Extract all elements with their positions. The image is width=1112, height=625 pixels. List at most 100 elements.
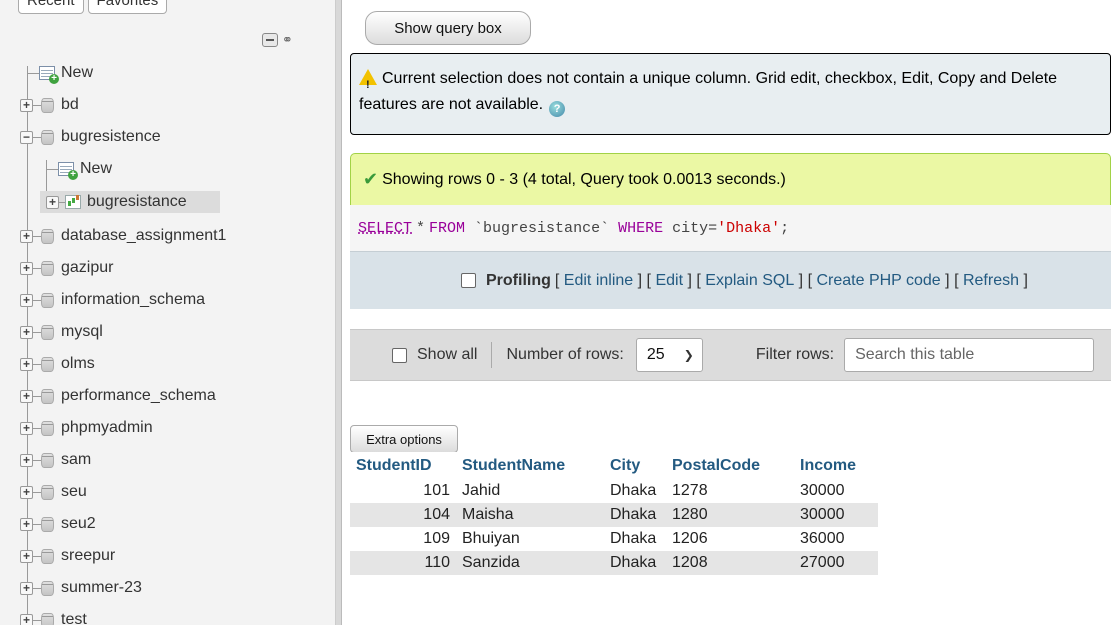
- tree-item-label: summer-23: [61, 579, 142, 596]
- tree-item-label: bugresistance: [87, 193, 187, 210]
- show-query-box-button[interactable]: Show query box: [365, 11, 531, 45]
- database-icon: [41, 548, 54, 564]
- tree-controls: ⚭: [262, 32, 293, 48]
- expand-icon[interactable]: +: [20, 581, 33, 595]
- navigation-sidebar: Recent Favorites ⚭ New + bd − bugresiste…: [0, 0, 336, 625]
- tree-item-database-assignment1[interactable]: + database_assignment1: [20, 225, 226, 247]
- expand-icon[interactable]: +: [20, 98, 33, 112]
- sidebar-resize-handle[interactable]: [336, 0, 342, 625]
- tree-item-bd[interactable]: + bd: [20, 94, 79, 116]
- cell-studentname: Sanzida: [456, 551, 604, 575]
- database-icon: [41, 420, 54, 436]
- refresh-link[interactable]: Refresh: [963, 272, 1019, 290]
- tree-item-performance-schema[interactable]: + performance_schema: [20, 385, 216, 407]
- profiling-checkbox[interactable]: [461, 273, 476, 288]
- database-icon: [41, 484, 54, 500]
- extra-options-button[interactable]: Extra options: [350, 425, 458, 453]
- database-icon: [41, 97, 54, 113]
- tree-item-olms[interactable]: + olms: [20, 353, 95, 375]
- collapse-all-icon[interactable]: [262, 33, 278, 47]
- cell-studentid: 109: [350, 527, 456, 551]
- tree-item-mysql[interactable]: + mysql: [20, 321, 103, 343]
- expand-icon[interactable]: +: [20, 261, 33, 275]
- filter-rows-input[interactable]: Search this table: [844, 338, 1095, 372]
- expand-icon[interactable]: +: [20, 357, 33, 371]
- sql-query-display[interactable]: SELECT * FROM `bugresistance` WHERE city…: [350, 205, 1111, 251]
- filter-rows-label: Filter rows:: [755, 346, 835, 363]
- tree-item-label: seu: [61, 483, 87, 500]
- tree-item-label: bd: [61, 96, 79, 113]
- new-database-icon: [39, 66, 59, 84]
- tree-item-seu[interactable]: + seu: [20, 481, 87, 503]
- number-of-rows-select[interactable]: 25 ❯: [635, 338, 703, 372]
- cell-income: 30000: [794, 503, 878, 527]
- tree-item-sreepur[interactable]: + sreepur: [20, 545, 115, 567]
- table-row[interactable]: 104 Maisha Dhaka 1280 30000: [350, 503, 878, 527]
- column-header-income[interactable]: Income: [794, 452, 878, 479]
- view-icon: [65, 195, 81, 209]
- create-php-code-link[interactable]: Create PHP code: [816, 272, 940, 290]
- collapse-icon[interactable]: −: [20, 130, 33, 144]
- tree-item-label: information_schema: [61, 291, 206, 308]
- column-header-city[interactable]: City: [604, 452, 666, 479]
- database-icon: [41, 228, 54, 244]
- tree-item-label: seu2: [61, 515, 96, 532]
- expand-icon[interactable]: +: [20, 293, 33, 307]
- tree-item-test[interactable]: + test: [20, 609, 87, 625]
- results-navigation-bar: Show all Number of rows: 25 ❯ Filter row…: [350, 329, 1111, 381]
- table-row[interactable]: 110 Sanzida Dhaka 1208 27000: [350, 551, 878, 575]
- column-header-postalcode[interactable]: PostalCode: [666, 452, 794, 479]
- database-icon: [41, 516, 54, 532]
- sql-where-keyword: WHERE: [618, 219, 664, 237]
- expand-icon[interactable]: +: [20, 229, 33, 243]
- tree-item-sam[interactable]: + sam: [20, 449, 91, 471]
- cell-income: 27000: [794, 551, 878, 575]
- tree-item-label: performance_schema: [61, 387, 216, 404]
- expand-icon[interactable]: +: [20, 325, 33, 339]
- expand-icon[interactable]: +: [20, 389, 33, 403]
- tree-item-new-table[interactable]: New: [46, 158, 112, 180]
- tree-item-summer-23[interactable]: + summer-23: [20, 577, 142, 599]
- edit-link[interactable]: Edit: [655, 272, 683, 290]
- notice-message: Current selection does not contain a uni…: [350, 53, 1111, 135]
- sql-select-keyword[interactable]: SELECT: [358, 220, 412, 237]
- tree-item-bugresistence[interactable]: − bugresistence: [20, 126, 161, 148]
- expand-icon[interactable]: +: [20, 485, 33, 499]
- show-all-checkbox[interactable]: [392, 347, 407, 363]
- column-header-studentid[interactable]: StudentID: [350, 452, 456, 479]
- notice-text: Current selection does not contain a uni…: [359, 70, 1058, 113]
- table-row[interactable]: 101 Jahid Dhaka 1278 30000: [350, 479, 878, 503]
- tree-item-bugresistance[interactable]: + bugresistance: [40, 191, 220, 213]
- tree-item-seu2[interactable]: + seu2: [20, 513, 96, 535]
- expand-icon[interactable]: +: [20, 613, 33, 625]
- expand-icon[interactable]: +: [20, 421, 33, 435]
- tree-item-label: bugresistence: [61, 128, 161, 145]
- cell-studentid: 104: [350, 503, 456, 527]
- explain-sql-link[interactable]: Explain SQL: [705, 272, 794, 290]
- expand-icon[interactable]: +: [20, 549, 33, 563]
- help-icon[interactable]: ?: [549, 101, 566, 117]
- sql-star: *: [416, 219, 426, 237]
- tree-trunk-line: [27, 66, 28, 625]
- favorites-tab[interactable]: Favorites: [87, 0, 168, 14]
- cell-studentname: Maisha: [456, 503, 604, 527]
- sql-terminator: ;: [780, 219, 790, 237]
- table-row[interactable]: 109 Bhuiyan Dhaka 1206 36000: [350, 527, 878, 551]
- results-table: StudentID StudentName City PostalCode In…: [350, 452, 878, 575]
- edit-inline-link[interactable]: Edit inline: [564, 272, 633, 290]
- sidebar-top-tabs: Recent Favorites: [18, 0, 168, 14]
- recent-tab[interactable]: Recent: [18, 0, 84, 14]
- tree-item-information-schema[interactable]: + information_schema: [20, 289, 205, 311]
- expand-icon[interactable]: +: [20, 517, 33, 531]
- cell-city: Dhaka: [604, 527, 666, 551]
- column-header-studentname[interactable]: StudentName: [456, 452, 604, 479]
- number-of-rows-label: Number of rows:: [506, 346, 624, 363]
- cell-city: Dhaka: [604, 551, 666, 575]
- link-with-main-icon[interactable]: ⚭: [282, 32, 293, 48]
- tree-item-new[interactable]: New: [27, 62, 93, 84]
- tree-item-label: phpmyadmin: [61, 419, 153, 436]
- tree-item-phpmyadmin[interactable]: + phpmyadmin: [20, 417, 153, 439]
- expand-icon[interactable]: +: [46, 195, 59, 209]
- expand-icon[interactable]: +: [20, 453, 33, 467]
- tree-item-gazipur[interactable]: + gazipur: [20, 257, 113, 279]
